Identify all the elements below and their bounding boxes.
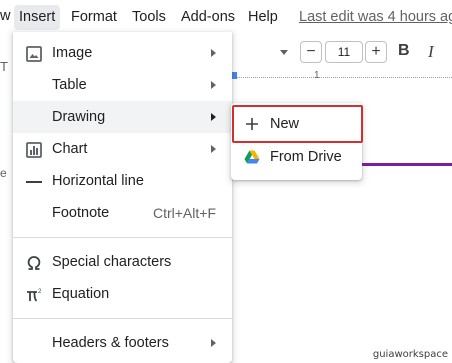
menu-item-drawing[interactable]: Drawing <box>13 101 232 133</box>
submenu-arrow-icon <box>211 145 216 153</box>
drawing-submenu: New From Drive <box>231 103 362 180</box>
menu-item-image[interactable]: Image <box>13 37 232 69</box>
menu-item-special-characters[interactable]: Special characters <box>13 246 232 278</box>
plus-icon <box>246 118 258 130</box>
menu-item-label: Special characters <box>52 254 172 270</box>
submenu-item-label: New <box>270 116 300 132</box>
submenu-arrow-icon <box>211 113 216 121</box>
document-text-fragment: e <box>0 166 7 180</box>
submenu-arrow-icon <box>211 49 216 57</box>
menu-divider <box>13 237 232 238</box>
submenu-arrow-icon <box>211 339 216 347</box>
font-size-input[interactable]: 11 <box>325 41 363 63</box>
horizontal-line-icon <box>26 181 42 183</box>
submenu-item-from-drive[interactable]: From Drive <box>231 140 362 174</box>
google-drive-icon <box>244 150 260 164</box>
menu-insert[interactable]: Insert <box>14 5 61 30</box>
menu-divider <box>13 318 232 319</box>
menu-item-headers-footers[interactable]: Headers & footers <box>13 327 232 359</box>
menu-item-label: Footnote <box>52 205 110 221</box>
bold-button[interactable]: B <box>398 42 410 60</box>
menu-item-horizontal-line[interactable]: Horizontal line <box>13 165 232 197</box>
menu-bar: w Insert Format Tools Add-ons Help Last … <box>0 0 452 34</box>
menu-help[interactable]: Help <box>248 0 278 34</box>
watermark: guiaworkspace <box>372 349 448 360</box>
increase-font-size-button[interactable]: + <box>365 41 387 63</box>
menu-item-label: Headers & footers <box>52 335 169 351</box>
menu-item-table[interactable]: Table <box>13 69 232 101</box>
keyboard-shortcut: Ctrl+Alt+F <box>152 205 216 221</box>
menu-item-label: Chart <box>52 141 88 157</box>
font-dropdown-caret-icon[interactable] <box>280 50 288 55</box>
menu-item-chart[interactable]: Chart <box>13 133 232 165</box>
menu-item-view-partial[interactable]: w <box>0 8 10 24</box>
menu-item-footnote[interactable]: Footnote Ctrl+Alt+F <box>13 197 232 229</box>
toolbar-fragment: T <box>0 59 8 74</box>
menu-add-ons[interactable]: Add-ons <box>181 0 235 34</box>
menu-format[interactable]: Format <box>71 0 117 34</box>
ruler-indent-marker[interactable] <box>232 72 237 79</box>
image-icon <box>26 46 42 62</box>
omega-icon <box>27 256 41 270</box>
menu-item-label: Drawing <box>52 109 106 125</box>
menu-item-label: Table <box>52 77 87 93</box>
submenu-item-label: From Drive <box>270 149 342 165</box>
menu-item-label: Horizontal line <box>52 173 144 189</box>
italic-button[interactable]: I <box>428 42 434 62</box>
ruler-number: 1 <box>314 70 320 81</box>
menu-item-label: Equation <box>52 286 110 302</box>
chart-icon <box>26 142 42 158</box>
last-edit-link[interactable]: Last edit was 4 hours ago <box>299 0 452 34</box>
decrease-font-size-button[interactable]: − <box>300 41 322 63</box>
menu-item-label: Image <box>52 45 93 61</box>
submenu-item-new[interactable]: New <box>231 107 362 141</box>
ruler <box>232 70 452 82</box>
pi-icon: 2 <box>27 289 42 302</box>
submenu-arrow-icon <box>211 81 216 89</box>
menu-tools[interactable]: Tools <box>132 0 166 34</box>
insert-menu: Image Table Drawing Chart Horizontal lin… <box>13 32 232 363</box>
svg-text:2: 2 <box>38 289 42 295</box>
menu-item-equation[interactable]: 2 Equation <box>13 278 232 310</box>
